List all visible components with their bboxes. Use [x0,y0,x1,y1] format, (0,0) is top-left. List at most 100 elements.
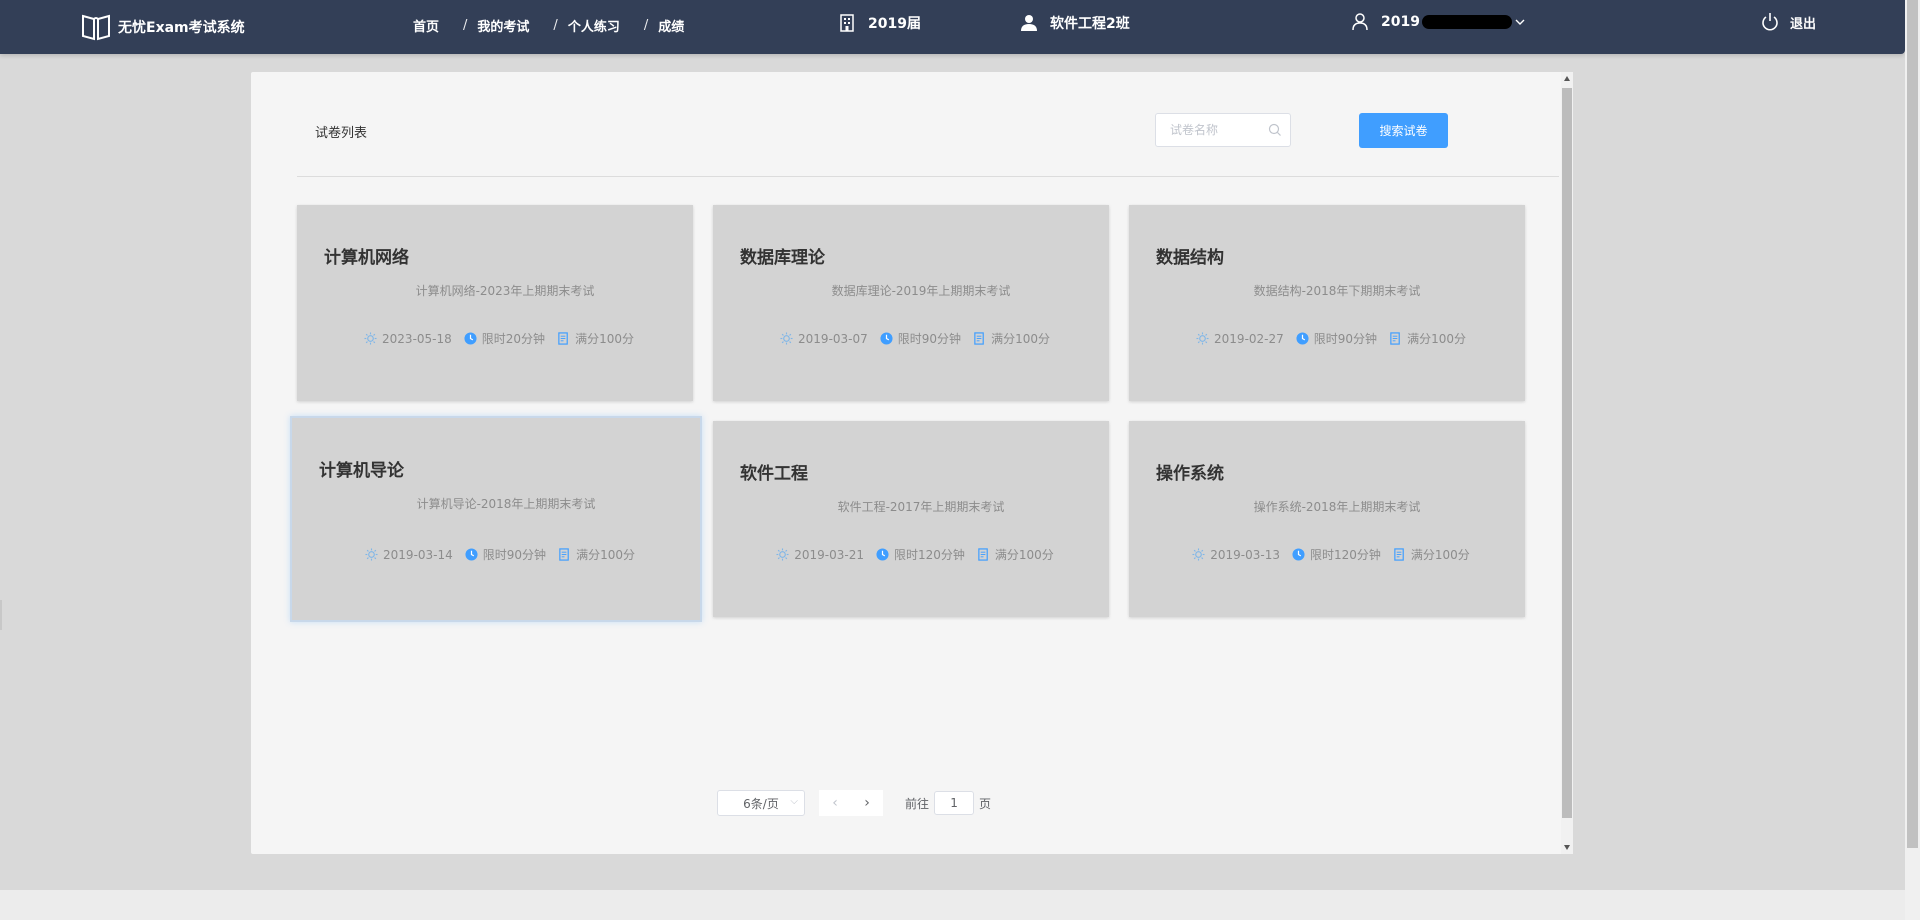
exam-full-score: 满分100分 [1389,330,1466,347]
redacted-user-id [1421,15,1512,29]
exam-limit-text: 限时120分钟 [1309,548,1381,562]
exam-meta: 2019-03-13 限时120分钟 满分100分 [1129,546,1525,563]
nav-home[interactable]: 首页 [413,16,439,35]
exam-description: 数据结构-2018年下期期末考试 [1253,284,1421,298]
exam-date: 2019-03-21 [776,546,864,563]
nav-label: 我的考试 [477,20,530,35]
exam-time-limit: 限时120分钟 [876,546,965,563]
pagination: 6条/页 ⌵ ‹ › 前往 页 [717,790,991,816]
exam-card[interactable]: 数据结构 数据结构-2018年下期期末考试 2019-02-27 限时90分钟 … [1129,205,1525,401]
exam-time-limit: 限时120分钟 [1292,546,1381,563]
exam-date-text: 2019-03-07 [798,331,868,346]
sun-icon [365,548,378,561]
exam-card[interactable]: 计算机网络 计算机网络-2023年上期期末考试 2023-05-18 限时20分… [297,205,693,401]
exam-score-text: 满分100分 [1407,332,1466,346]
exam-description: 操作系统-2018年上期期末考试 [1253,500,1421,514]
page-size-select[interactable]: 6条/页 ⌵ [717,790,805,816]
goto-suffix: 页 [979,796,992,811]
exam-description: 计算机网络-2023年上期期末考试 [415,284,595,298]
scroll-up-arrow-icon[interactable] [1564,76,1570,81]
bottom-band [0,890,1905,920]
grade-info: 2019届 [838,13,921,33]
page-scrollbar[interactable] [1905,0,1920,920]
grade-label: 2019届 [868,16,921,32]
exam-time-limit: 限时90分钟 [465,546,546,563]
clock-icon [880,332,893,345]
exam-card[interactable]: 软件工程 软件工程-2017年上期期末考试 2019-03-21 限时120分钟… [713,421,1109,617]
exam-date-text: 2023-05-18 [382,331,452,346]
exam-description: 计算机导论-2018年上期期末考试 [416,497,596,511]
exam-limit-text: 限时90分钟 [897,332,962,346]
next-page-button[interactable]: › [851,790,883,816]
divider [297,176,1559,177]
main-nav: 首页 / 我的考试 / 个人练习 / 成绩 [413,16,708,35]
user-outline-icon [1352,13,1368,31]
goto-page-input[interactable] [934,791,975,815]
logout-button[interactable]: 退出 [1760,12,1816,32]
exam-meta: 2019-03-14 限时90分钟 满分100分 [292,546,700,563]
exam-date: 2019-03-14 [365,546,453,563]
panel-scrollbar-thumb[interactable] [1562,88,1572,818]
exam-list-panel: 试卷列表 搜索试卷 计算机网络 计算机网络-2023年上期期末考试 2023-0… [251,72,1573,854]
top-navbar: 无忧Exam考试系统 首页 / 我的考试 / 个人练习 / 成绩 2019届 软… [0,0,1905,54]
nav-label: 成绩 [658,20,685,35]
search-exam-button[interactable]: 搜索试卷 [1359,113,1448,148]
person-icon [1021,15,1037,31]
sun-icon [364,332,377,345]
exam-date: 2019-03-07 [780,330,868,347]
exam-time-limit: 限时90分钟 [1296,330,1377,347]
page-scrollbar-thumb[interactable] [1907,0,1918,848]
exam-search-input[interactable] [1168,114,1272,146]
nav-label: 首页 [413,20,440,35]
logout-label: 退出 [1790,16,1817,32]
exam-description: 数据库理论-2019年上期期末考试 [831,284,1011,298]
document-icon [559,548,569,561]
search-icon[interactable] [1268,123,1282,137]
clock-icon [876,548,889,561]
nav-practice[interactable]: / 个人练习 [553,16,619,35]
edge-marker [0,600,2,630]
user-menu[interactable]: 2019 [1351,13,1526,31]
exam-card[interactable]: 操作系统 操作系统-2018年上期期末考试 2019-03-13 限时120分钟… [1129,421,1525,617]
class-info: 软件工程2班 [1020,13,1130,33]
class-label: 软件工程2班 [1050,16,1130,32]
document-icon [974,332,984,345]
exam-date-text: 2019-03-21 [794,547,864,562]
goto-prefix: 前往 [905,796,930,811]
brand[interactable]: 无忧Exam考试系统 [80,12,245,42]
exam-limit-text: 限时90分钟 [1313,332,1378,346]
exam-score-text: 满分100分 [576,548,635,562]
exam-meta: 2019-03-07 限时90分钟 满分100分 [713,330,1109,347]
sun-icon [1192,548,1205,561]
exam-name: 操作系统 [1156,464,1224,484]
prev-page-button[interactable]: ‹ [819,790,851,816]
nav-separator: / [463,18,468,33]
exam-name: 计算机网络 [324,248,409,268]
goto-page: 前往 页 [905,791,991,815]
clock-icon [465,548,478,561]
sun-icon [780,332,793,345]
exam-date: 2019-03-13 [1192,546,1280,563]
exam-score-text: 满分100分 [575,332,634,346]
exam-date-text: 2019-03-13 [1210,547,1280,562]
nav-my-exams[interactable]: / 我的考试 [463,16,529,35]
nav-separator: / [553,18,558,33]
exam-time-limit: 限时20分钟 [464,330,545,347]
panel-scrollbar[interactable] [1561,72,1573,854]
search-box[interactable] [1155,113,1291,147]
exam-full-score: 满分100分 [557,330,634,347]
exam-card[interactable]: 计算机导论 计算机导论-2018年上期期末考试 2019-03-14 限时90分… [290,416,702,622]
exam-full-score: 满分100分 [1393,546,1470,563]
page-size-value: 6条/页 [743,796,779,811]
exam-score-text: 满分100分 [1410,548,1470,562]
nav-label: 个人练习 [567,20,620,35]
clock-icon [1292,548,1305,561]
sun-icon [1196,332,1209,345]
sun-icon [776,548,789,561]
scroll-down-arrow-icon[interactable] [1564,845,1570,850]
nav-scores[interactable]: / 成绩 [644,16,684,35]
exam-card[interactable]: 数据库理论 数据库理论-2019年上期期末考试 2019-03-07 限时90分… [713,205,1109,401]
document-icon [1394,548,1404,561]
exam-limit-text: 限时90分钟 [482,548,547,562]
exam-time-limit: 限时90分钟 [880,330,961,347]
